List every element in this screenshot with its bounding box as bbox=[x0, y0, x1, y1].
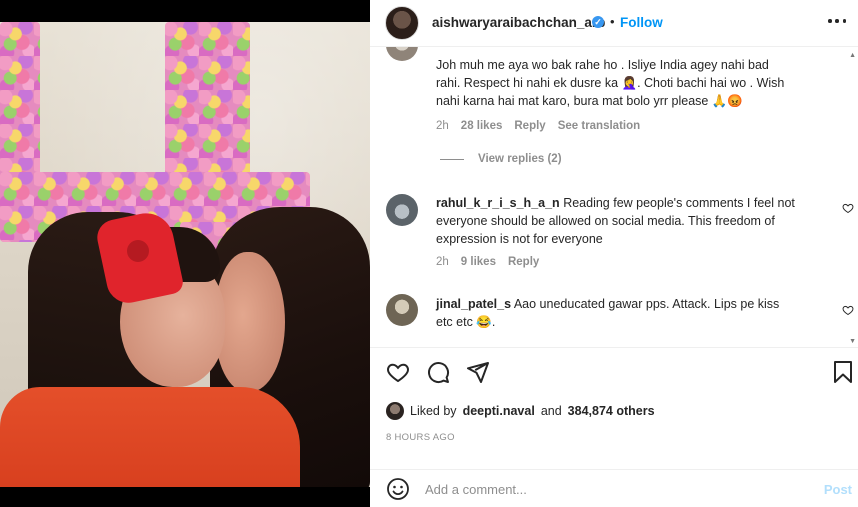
post-photo[interactable] bbox=[0, 22, 370, 487]
scroll-up-arrow-icon[interactable]: ▲ bbox=[849, 52, 856, 59]
follow-button[interactable]: Follow bbox=[620, 15, 663, 30]
heart-icon[interactable] bbox=[386, 360, 410, 384]
share-icon[interactable] bbox=[466, 360, 490, 384]
comment-likes[interactable]: 9 likes bbox=[461, 256, 496, 268]
comment-avatar[interactable] bbox=[386, 194, 418, 226]
comment-text-segment: Reading few people's comments I feel not bbox=[563, 196, 795, 210]
author-username[interactable]: aishwaryaraibachchan_arb bbox=[432, 15, 605, 30]
more-options-icon[interactable] bbox=[828, 12, 846, 30]
post-modal: aishwaryaraibachchan_arb ✓ • Follow Joh … bbox=[0, 0, 858, 507]
comment-likes[interactable]: 28 likes bbox=[461, 120, 503, 132]
liker-avatar[interactable] bbox=[386, 402, 404, 420]
verified-badge-icon: ✓ bbox=[592, 16, 604, 28]
comment-text-line: etc etc 😂. bbox=[436, 315, 496, 329]
comment-text-segment: Aao uneducated gawar pps. Attack. Lips p… bbox=[513, 297, 780, 311]
likes-middle: and bbox=[540, 404, 562, 418]
likes-count[interactable]: 384,874 others bbox=[568, 404, 655, 418]
post-actions-bar bbox=[370, 347, 858, 395]
photo-red-bow-knot bbox=[127, 240, 149, 262]
comment-text-line: Joh muh me aya wo bak rahe ho . Isliye I… bbox=[436, 58, 769, 72]
bookmark-icon[interactable] bbox=[831, 360, 855, 384]
view-replies-line bbox=[440, 158, 464, 160]
view-replies-label: View replies (2) bbox=[478, 153, 562, 165]
header-separator: • bbox=[610, 14, 615, 29]
post-comment-button[interactable]: Post bbox=[824, 482, 852, 497]
comment-text-line: rahul_k_r_i_s_h_a_n Reading few people's… bbox=[436, 194, 795, 212]
add-comment-bar: Post bbox=[370, 469, 858, 507]
photo-person-face bbox=[215, 252, 285, 392]
view-replies-button[interactable]: View replies (2) bbox=[440, 153, 562, 165]
comment-text-line: rahi. Respect hi nahi ek dusre ka 🤦‍♀️. … bbox=[436, 76, 785, 90]
post-timestamp[interactable]: 8 HOURS AGO bbox=[386, 432, 455, 443]
see-translation-button[interactable]: See translation bbox=[558, 120, 640, 132]
photo-outfit bbox=[0, 387, 300, 487]
comment-meta: 2h 9 likes Reply bbox=[436, 256, 539, 268]
likes-prefix: Liked by bbox=[410, 404, 457, 418]
comment-icon[interactable] bbox=[426, 360, 450, 384]
comment-avatar[interactable] bbox=[386, 47, 418, 61]
author-avatar[interactable] bbox=[385, 6, 419, 40]
comments-list[interactable]: Joh muh me aya wo bak rahe ho . Isliye I… bbox=[370, 47, 858, 347]
liker-username[interactable]: deepti.naval bbox=[463, 404, 535, 418]
post-header: aishwaryaraibachchan_arb ✓ • Follow bbox=[370, 0, 858, 47]
post-media-panel bbox=[0, 0, 370, 507]
emoji-icon[interactable] bbox=[386, 477, 410, 501]
comment-text-line: nahi karna hai mat karo, bura mat bolo y… bbox=[436, 94, 743, 108]
comment-like-heart-icon[interactable] bbox=[842, 202, 854, 214]
scroll-down-arrow-icon[interactable]: ▼ bbox=[849, 338, 856, 345]
comment-username[interactable]: rahul_k_r_i_s_h_a_n bbox=[436, 196, 560, 210]
comment-reply-button[interactable]: Reply bbox=[508, 256, 539, 268]
add-comment-input[interactable] bbox=[425, 478, 795, 500]
comment-text-line: jinal_patel_s Aao uneducated gawar pps. … bbox=[436, 295, 779, 313]
comment-reply-button[interactable]: Reply bbox=[514, 120, 545, 132]
comment-like-heart-icon[interactable] bbox=[842, 304, 854, 316]
comment-time: 2h bbox=[436, 256, 449, 268]
comment-text-line: expression is not for everyone bbox=[436, 232, 603, 246]
post-side-panel: aishwaryaraibachchan_arb ✓ • Follow Joh … bbox=[370, 0, 858, 507]
comment-avatar[interactable] bbox=[386, 294, 418, 326]
comment-username[interactable]: jinal_patel_s bbox=[436, 297, 511, 311]
comment-time: 2h bbox=[436, 120, 449, 132]
comment-text-line: everyone should be allowed on social med… bbox=[436, 214, 775, 228]
likes-summary: Liked by deepti.naval and 384,874 others bbox=[386, 402, 655, 420]
comment-meta: 2h 28 likes Reply See translation bbox=[436, 120, 640, 132]
